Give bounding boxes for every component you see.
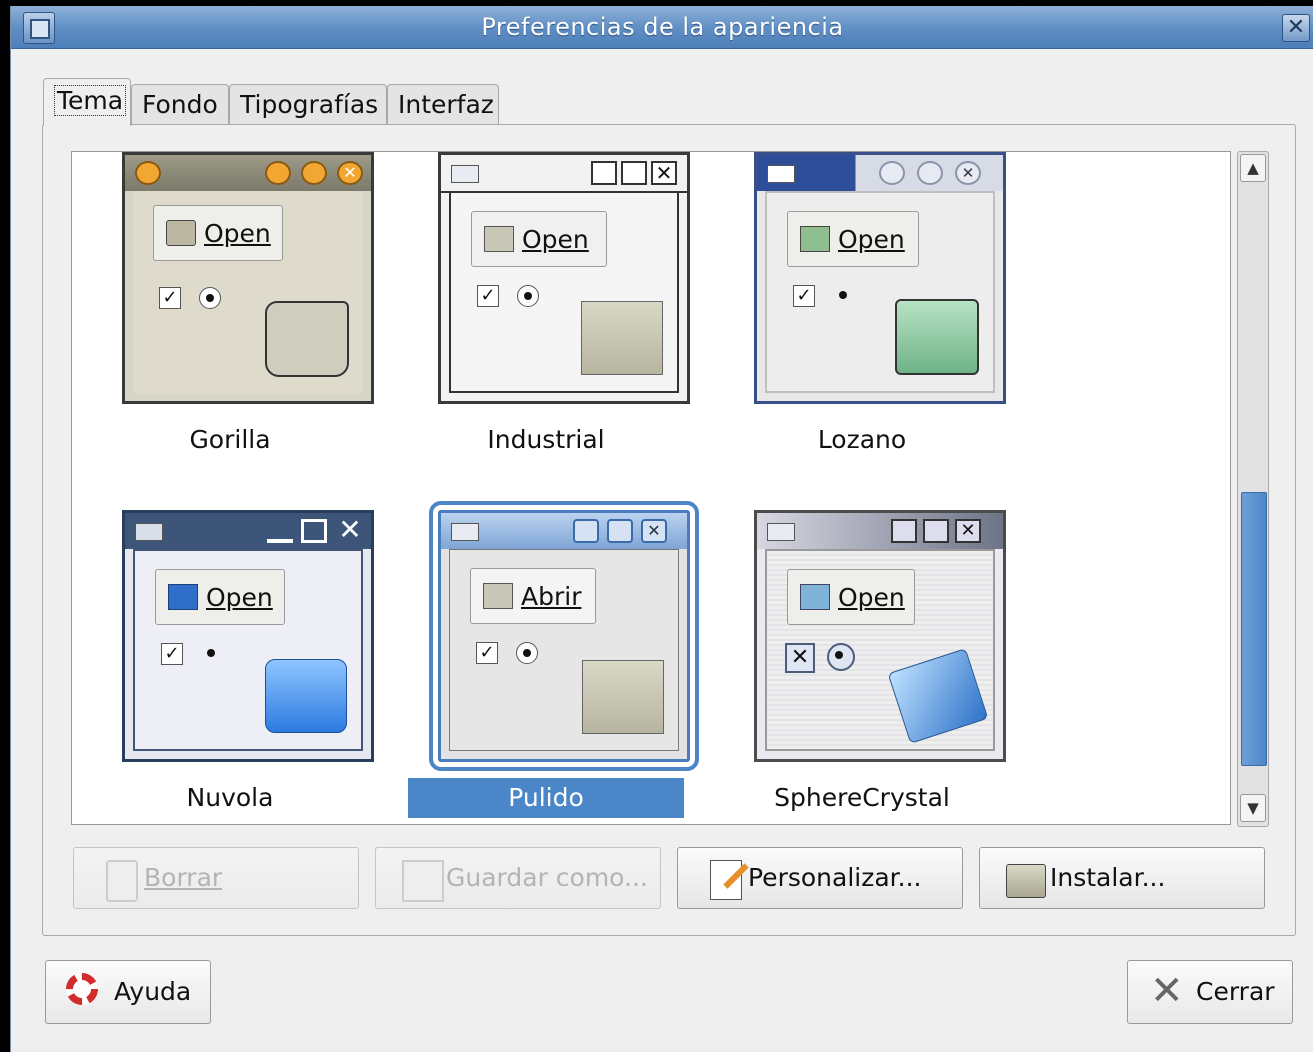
theme-label: Nuvola <box>186 783 274 812</box>
trash-icon <box>106 860 138 902</box>
theme-label: Pulido <box>408 778 684 818</box>
theme-label: Industrial <box>487 425 605 454</box>
close-icon[interactable]: ✕ <box>1282 14 1310 42</box>
chevron-down-icon[interactable]: ▼ <box>1240 794 1266 822</box>
theme-item-lozano[interactable]: ✕ Open ✓ Lozano <box>704 152 1024 472</box>
tab-interfaz[interactable]: Interfaz <box>387 84 499 124</box>
theme-icon-view[interactable]: ✕ Open ✓ Gorilla ✕ Open ✓ Industrial ✕ O… <box>71 151 1231 825</box>
theme-preview: ✕ Open ✓ <box>122 152 374 404</box>
theme-item-gorilla[interactable]: ✕ Open ✓ Gorilla <box>72 152 392 472</box>
appearance-preferences-window: Preferencias de la apariencia ✕ Tema Fon… <box>10 6 1313 1052</box>
folder-icon <box>1006 864 1046 898</box>
title-bar[interactable]: Preferencias de la apariencia ✕ <box>11 6 1313 49</box>
save-as-button[interactable]: Guardar como... <box>375 847 661 909</box>
chevron-up-icon[interactable]: ▲ <box>1240 154 1266 182</box>
theme-item-nuvola[interactable]: ✕ Open ✓ Nuvola <box>72 510 392 824</box>
x-icon: ✕ <box>1150 968 1184 1014</box>
theme-panel: ✕ Open ✓ Gorilla ✕ Open ✓ Industrial ✕ O… <box>42 124 1296 936</box>
edit-icon <box>710 860 749 900</box>
theme-label: Gorilla <box>189 425 271 454</box>
window-title: Preferencias de la apariencia <box>481 13 844 41</box>
delete-button[interactable]: Borrar <box>73 847 359 909</box>
theme-preview: ✕ Open ✓ <box>438 152 690 404</box>
install-button[interactable]: Instalar... <box>979 847 1265 909</box>
close-button[interactable]: ✕ Cerrar <box>1127 960 1293 1024</box>
save-icon <box>402 860 444 902</box>
theme-item-industrial[interactable]: ✕ Open ✓ Industrial <box>388 152 708 472</box>
theme-label: SphereCrystal <box>774 783 950 812</box>
vertical-scrollbar[interactable]: ▲ ▼ <box>1237 151 1269 827</box>
theme-preview: ✕ Abrir ✓ <box>429 501 699 771</box>
theme-preview: ✕ Open ✕ <box>754 510 1006 762</box>
tab-tema[interactable]: Tema <box>43 78 131 126</box>
theme-item-spherecrystal[interactable]: ✕ Open ✕ SphereCrystal <box>704 510 1024 824</box>
tab-fondo[interactable]: Fondo <box>131 84 229 124</box>
lifebuoy-icon <box>66 973 98 1005</box>
help-button[interactable]: Ayuda <box>45 960 211 1024</box>
scrollbar-thumb[interactable] <box>1241 492 1267 766</box>
theme-item-pulido[interactable]: ✕ Abrir ✓ Pulido <box>388 501 708 824</box>
theme-preview: ✕ Open ✓ <box>122 510 374 762</box>
theme-label: Lozano <box>817 425 907 454</box>
tab-tipografias[interactable]: Tipografías <box>229 84 387 124</box>
customize-button[interactable]: Personalizar... <box>677 847 963 909</box>
theme-preview: ✕ Open ✓ <box>754 152 1006 404</box>
